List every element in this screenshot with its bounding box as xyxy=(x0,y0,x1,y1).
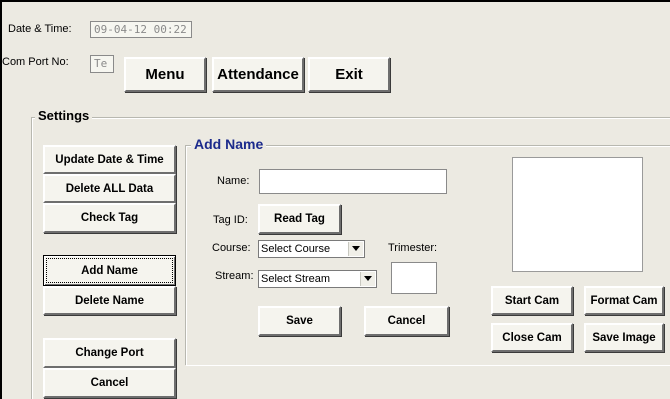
camera-preview xyxy=(512,157,643,272)
cancel-settings-button[interactable]: Cancel xyxy=(43,368,176,398)
update-datetime-button[interactable]: Update Date & Time xyxy=(43,145,176,174)
course-label: Course: xyxy=(212,242,251,254)
name-label: Name: xyxy=(217,175,250,187)
menu-button[interactable]: Menu xyxy=(124,57,206,92)
check-tag-button[interactable]: Check Tag xyxy=(43,203,176,233)
cancel-add-name-button[interactable]: Cancel xyxy=(364,306,449,336)
exit-button[interactable]: Exit xyxy=(308,57,390,92)
start-cam-button[interactable]: Start Cam xyxy=(491,286,573,315)
close-cam-button[interactable]: Close Cam xyxy=(491,323,573,352)
stream-select-value: Select Stream xyxy=(261,273,331,285)
chevron-down-icon[interactable] xyxy=(348,242,363,256)
trimester-input[interactable] xyxy=(391,262,437,294)
name-input[interactable] xyxy=(259,169,447,194)
tagid-label: Tag ID: xyxy=(213,214,248,226)
save-image-button[interactable]: Save Image xyxy=(584,323,664,352)
datetime-field[interactable]: 09-04-12 00:22 xyxy=(90,21,192,38)
attendance-button[interactable]: Attendance xyxy=(212,57,304,92)
add-name-button[interactable]: Add Name xyxy=(43,255,176,286)
stream-label: Stream: xyxy=(215,270,254,282)
comport-field[interactable]: Te xyxy=(90,55,114,73)
course-select[interactable]: Select Course xyxy=(258,240,365,258)
app-window: Date & Time: 09-04-12 00:22 Com Port No:… xyxy=(2,2,670,399)
comport-label: Com Port No: xyxy=(2,56,69,68)
save-button[interactable]: Save xyxy=(258,306,341,336)
format-cam-button[interactable]: Format Cam xyxy=(584,286,664,315)
trimester-label: Trimester: xyxy=(388,242,438,254)
course-select-value: Select Course xyxy=(261,243,331,255)
datetime-label: Date & Time: xyxy=(8,23,72,35)
delete-name-button[interactable]: Delete Name xyxy=(43,286,176,315)
delete-all-data-button[interactable]: Delete ALL Data xyxy=(43,174,176,203)
stream-select[interactable]: Select Stream xyxy=(258,270,377,288)
read-tag-button[interactable]: Read Tag xyxy=(258,204,341,234)
settings-title: Settings xyxy=(35,108,93,123)
chevron-down-icon[interactable] xyxy=(360,272,375,286)
add-name-title: Add Name xyxy=(191,136,267,152)
change-port-button[interactable]: Change Port xyxy=(43,338,176,368)
